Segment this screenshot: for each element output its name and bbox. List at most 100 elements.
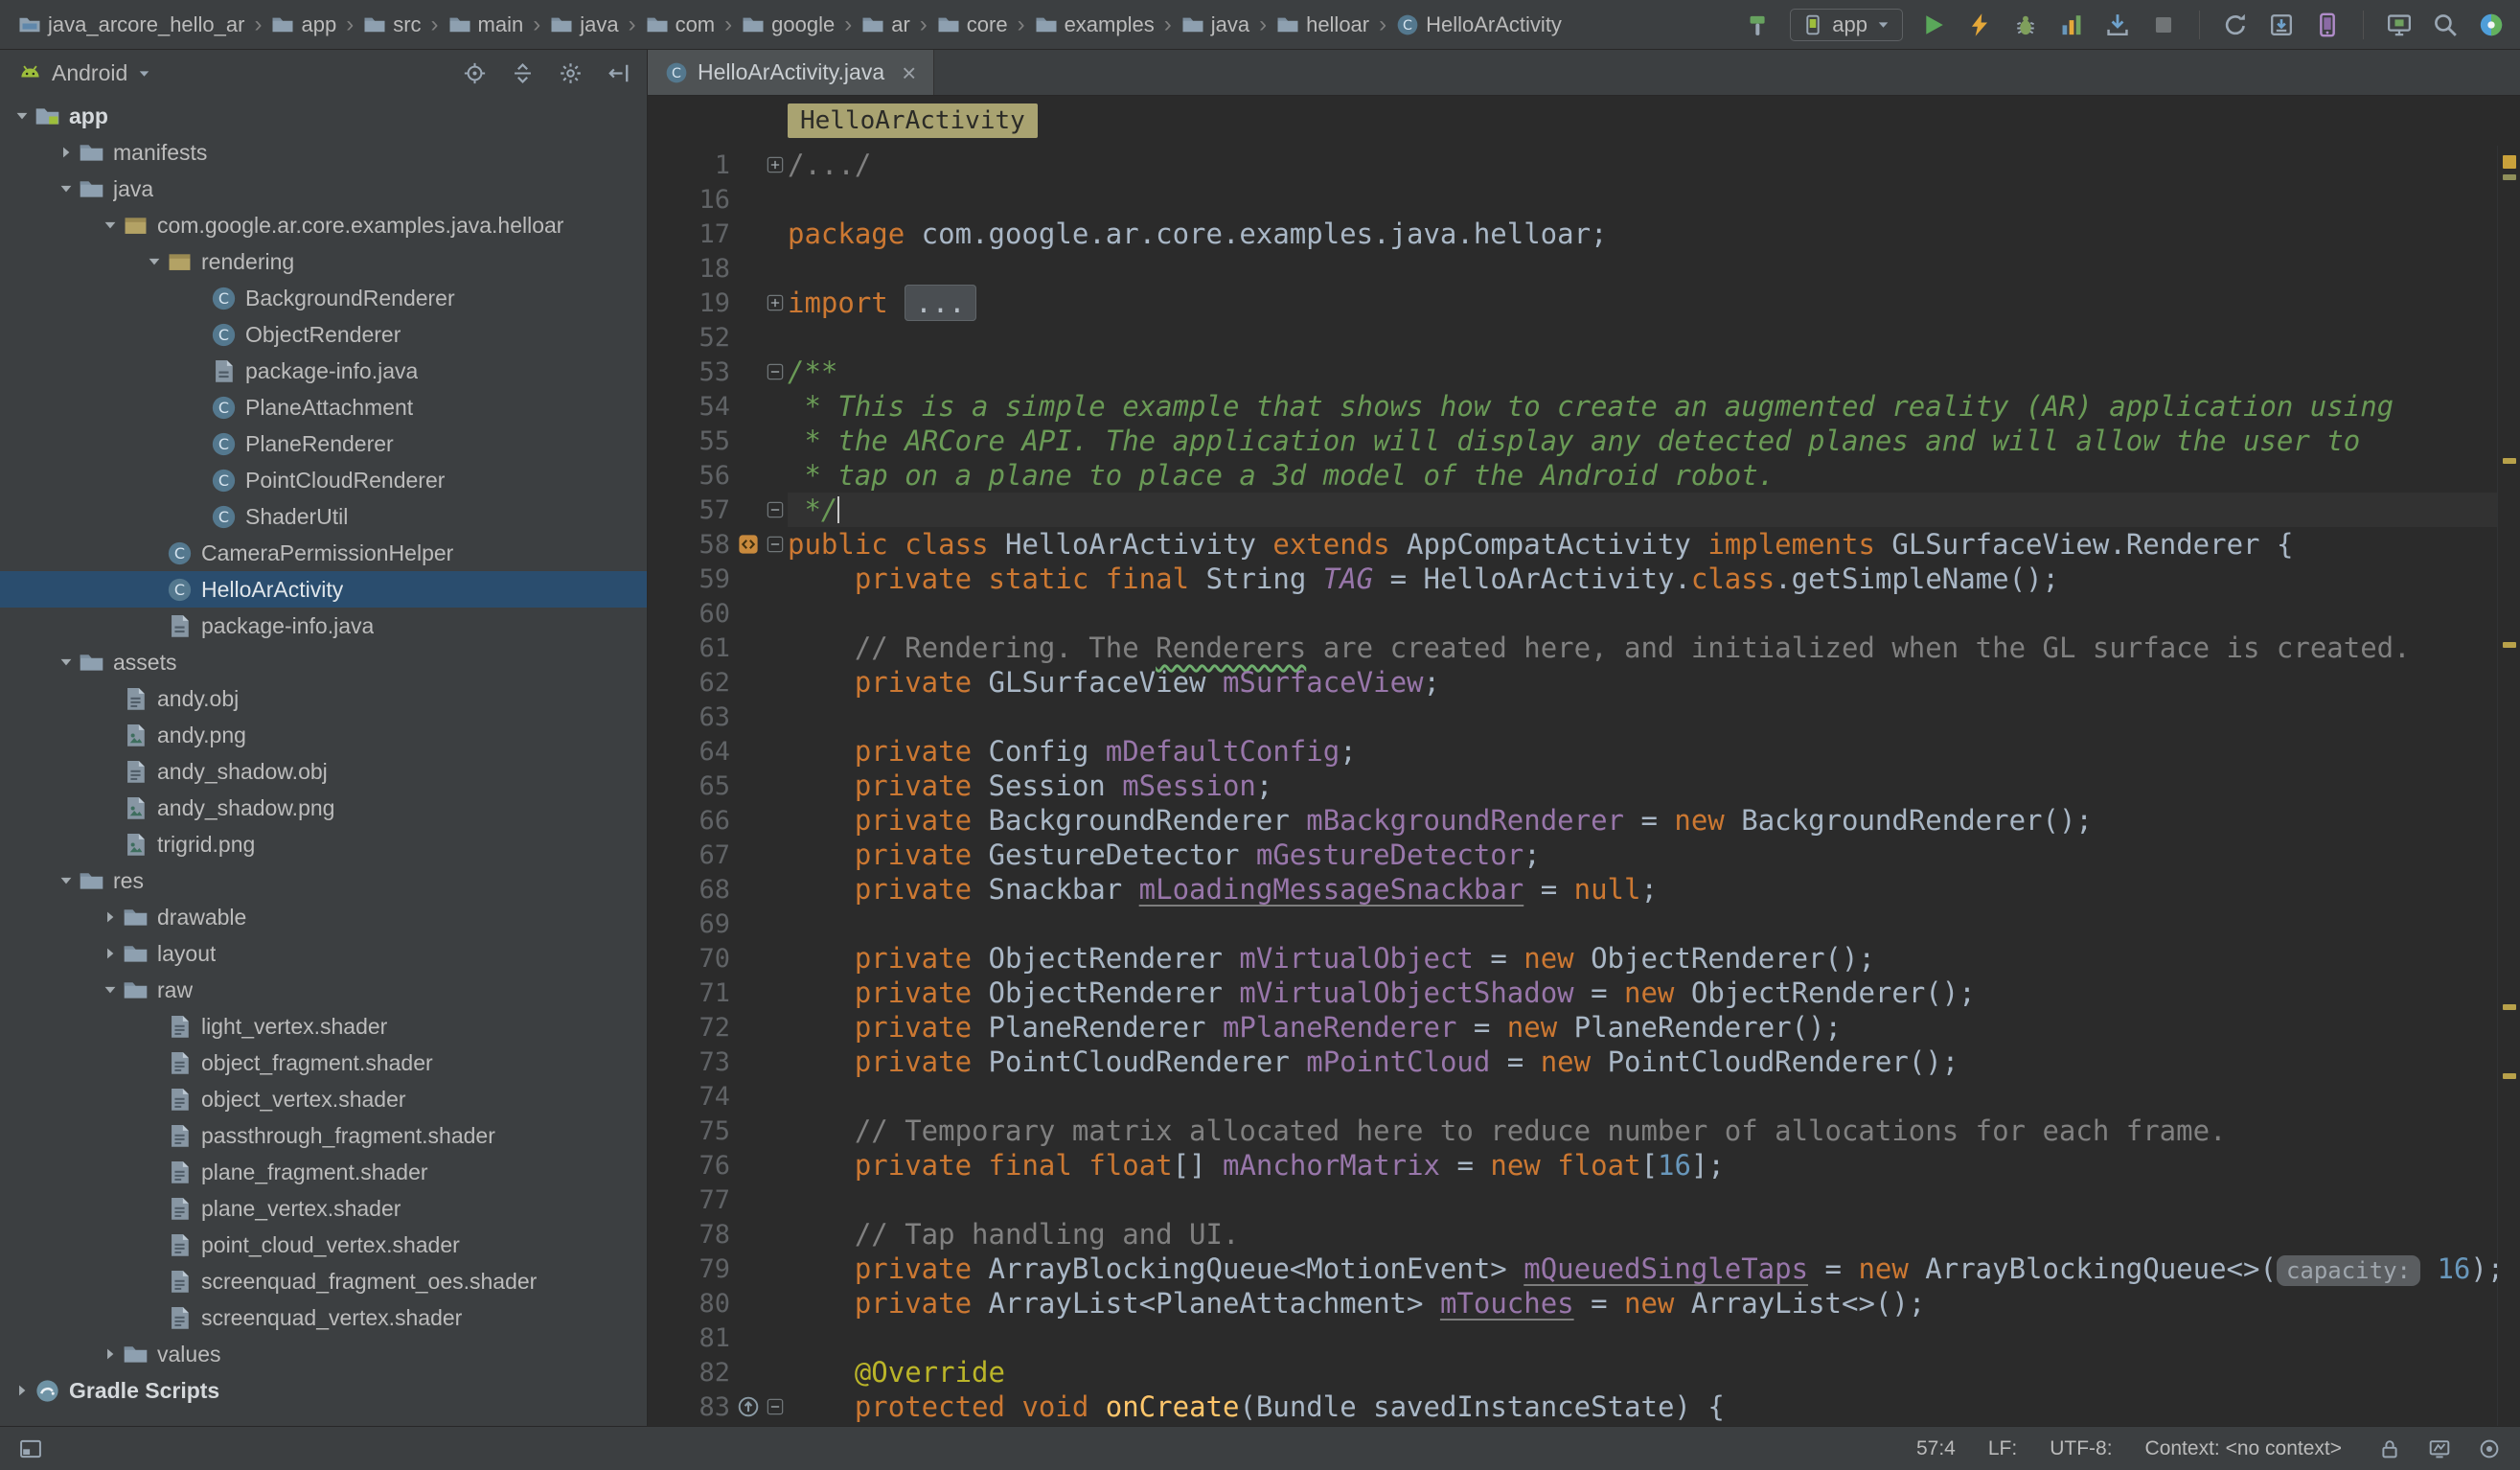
- code-line-83[interactable]: protected void onCreate(Bundle savedInst…: [788, 1390, 2497, 1424]
- code-line-65[interactable]: private Session mSession;: [788, 769, 2497, 803]
- tree-item-planerenderer[interactable]: CPlaneRenderer: [0, 425, 647, 462]
- chevron-right-icon[interactable]: [98, 1342, 123, 1367]
- tree-item-plane-vertex-shader[interactable]: plane_vertex.shader: [0, 1190, 647, 1227]
- fold-minus-icon[interactable]: [765, 355, 786, 389]
- locate-icon[interactable]: [459, 57, 490, 88]
- tree-item-backgroundrenderer[interactable]: CBackgroundRenderer: [0, 280, 647, 316]
- tree-item-gradle-scripts[interactable]: Gradle Scripts: [0, 1372, 647, 1409]
- code-line-71[interactable]: private ObjectRenderer mVirtualObjectSha…: [788, 976, 2497, 1010]
- tree-item-assets[interactable]: assets: [0, 644, 647, 680]
- code-line-1[interactable]: /.../: [788, 148, 2497, 182]
- tree-item-rendering[interactable]: rendering: [0, 243, 647, 280]
- editor-scrollbar[interactable]: [2497, 146, 2520, 1426]
- code-line-57[interactable]: */: [788, 493, 2497, 527]
- run-config-selector[interactable]: app: [1790, 9, 1903, 41]
- code-line-52[interactable]: [788, 320, 2497, 355]
- tree-item-andy-obj[interactable]: andy.obj: [0, 680, 647, 717]
- code-line-61[interactable]: // Rendering. The Renderers are created …: [788, 631, 2497, 665]
- fold-minus-icon[interactable]: [765, 527, 786, 562]
- tree-item-raw[interactable]: raw: [0, 972, 647, 1008]
- sdk-manager-icon[interactable]: [2266, 10, 2297, 40]
- warning-stripe-mark[interactable]: [2503, 1073, 2516, 1079]
- nav-item-java[interactable]: java: [1177, 10, 1254, 40]
- override-gutter-icon[interactable]: [732, 1390, 765, 1424]
- toolwindow-toggle-icon[interactable]: [15, 1434, 46, 1464]
- nav-item-src[interactable]: src: [358, 10, 425, 40]
- code-line-72[interactable]: private PlaneRenderer mPlaneRenderer = n…: [788, 1010, 2497, 1045]
- highlighting-level-icon[interactable]: [2424, 1434, 2455, 1464]
- line-separator-widget[interactable]: LF:: [1988, 1437, 2017, 1460]
- breadcrumb-class-chip[interactable]: HelloArActivity: [788, 103, 1038, 138]
- device-monitor-icon[interactable]: [2384, 10, 2415, 40]
- code-line-76[interactable]: private final float[] mAnchorMatrix = ne…: [788, 1148, 2497, 1183]
- code-line-59[interactable]: private static final String TAG = HelloA…: [788, 562, 2497, 596]
- warning-stripe-mark[interactable]: [2503, 642, 2516, 648]
- nav-item-helloar[interactable]: helloar: [1271, 10, 1374, 40]
- warning-stripe-mark[interactable]: [2503, 458, 2516, 464]
- make-icon[interactable]: [1744, 10, 1775, 40]
- tree-item-screenquad-fragment-oes-shader[interactable]: screenquad_fragment_oes.shader: [0, 1263, 647, 1299]
- tree-item-screenquad-vertex-shader[interactable]: screenquad_vertex.shader: [0, 1299, 647, 1336]
- chevron-down-icon[interactable]: [54, 868, 79, 893]
- tree-item-package-info-java[interactable]: package-info.java: [0, 353, 647, 389]
- chevron-right-icon[interactable]: [54, 140, 79, 165]
- apply-changes-icon[interactable]: [1964, 10, 1995, 40]
- context-widget[interactable]: Context: <no context>: [2145, 1437, 2342, 1460]
- chevron-down-icon[interactable]: [142, 249, 167, 274]
- tree-item-pointcloudrenderer[interactable]: CPointCloudRenderer: [0, 462, 647, 498]
- tree-item-res[interactable]: res: [0, 862, 647, 899]
- tree-item-values[interactable]: values: [0, 1336, 647, 1372]
- tree-item-helloaractivity[interactable]: CHelloArActivity: [0, 571, 647, 608]
- tree-item-shaderutil[interactable]: CShaderUtil: [0, 498, 647, 535]
- tree-item-trigrid-png[interactable]: trigrid.png: [0, 826, 647, 862]
- code-line-74[interactable]: [788, 1079, 2497, 1114]
- collapse-all-icon[interactable]: [507, 57, 538, 88]
- nav-item-com[interactable]: com: [641, 10, 721, 40]
- chevron-down-icon[interactable]: [54, 176, 79, 201]
- code-line-70[interactable]: private ObjectRenderer mVirtualObject = …: [788, 941, 2497, 976]
- tree-item-drawable[interactable]: drawable: [0, 899, 647, 935]
- stop-icon[interactable]: [2148, 10, 2179, 40]
- chevron-right-icon[interactable]: [98, 941, 123, 966]
- nav-item-main[interactable]: main: [444, 10, 529, 40]
- code-line-78[interactable]: // Tap handling and UI.: [788, 1217, 2497, 1252]
- caret-position[interactable]: 57:4: [1916, 1437, 1956, 1460]
- code-line-80[interactable]: private ArrayList<PlaneAttachment> mTouc…: [788, 1286, 2497, 1321]
- tree-item-passthrough-fragment-shader[interactable]: passthrough_fragment.shader: [0, 1117, 647, 1154]
- code-line-60[interactable]: [788, 596, 2497, 631]
- code-line-69[interactable]: [788, 907, 2497, 941]
- code-line-75[interactable]: // Temporary matrix allocated here to re…: [788, 1114, 2497, 1148]
- nav-item-examples[interactable]: examples: [1030, 10, 1159, 40]
- tree-item-manifests[interactable]: manifests: [0, 134, 647, 171]
- code-line-56[interactable]: * tap on a plane to place a 3d model of …: [788, 458, 2497, 493]
- tree-item-object-fragment-shader[interactable]: object_fragment.shader: [0, 1045, 647, 1081]
- related-gutter-icon[interactable]: [732, 527, 765, 562]
- code-line-68[interactable]: private Snackbar mLoadingMessageSnackbar…: [788, 872, 2497, 907]
- nav-item-java-arcore-hello-ar[interactable]: java_arcore_hello_ar: [13, 10, 249, 40]
- tree-item-com-google-ar-core-examples-java-helloar[interactable]: com.google.ar.core.examples.java.helloar: [0, 207, 647, 243]
- nav-item-helloaractivity[interactable]: CHelloArActivity: [1391, 10, 1567, 40]
- code-line-58[interactable]: public class HelloArActivity extends App…: [788, 527, 2497, 562]
- code-line-79[interactable]: private ArrayBlockingQueue<MotionEvent> …: [788, 1252, 2497, 1286]
- search-everywhere-icon[interactable]: [2430, 10, 2461, 40]
- chevron-down-icon[interactable]: [54, 650, 79, 675]
- nav-item-core[interactable]: core: [932, 10, 1013, 40]
- code-line-77[interactable]: [788, 1183, 2497, 1217]
- tree-item-planeattachment[interactable]: CPlaneAttachment: [0, 389, 647, 425]
- warning-stripe-mark[interactable]: [2503, 155, 2516, 169]
- code-line-67[interactable]: private GestureDetector mGestureDetector…: [788, 838, 2497, 872]
- avd-manager-icon[interactable]: [2312, 10, 2343, 40]
- hide-panel-icon[interactable]: [603, 57, 633, 88]
- tree-item-andy-png[interactable]: andy.png: [0, 717, 647, 753]
- tree-item-object-vertex-shader[interactable]: object_vertex.shader: [0, 1081, 647, 1117]
- debug-icon[interactable]: [2010, 10, 2041, 40]
- chevron-down-icon[interactable]: [10, 103, 34, 128]
- code-line-53[interactable]: /**: [788, 355, 2497, 389]
- code-line-64[interactable]: private Config mDefaultConfig;: [788, 734, 2497, 769]
- sync-project-icon[interactable]: [2220, 10, 2251, 40]
- nav-item-google[interactable]: google: [737, 10, 839, 40]
- code-line-82[interactable]: @Override: [788, 1355, 2497, 1390]
- code-line-54[interactable]: * This is a simple example that shows ho…: [788, 389, 2497, 424]
- tree-item-point-cloud-vertex-shader[interactable]: point_cloud_vertex.shader: [0, 1227, 647, 1263]
- code-line-81[interactable]: [788, 1321, 2497, 1355]
